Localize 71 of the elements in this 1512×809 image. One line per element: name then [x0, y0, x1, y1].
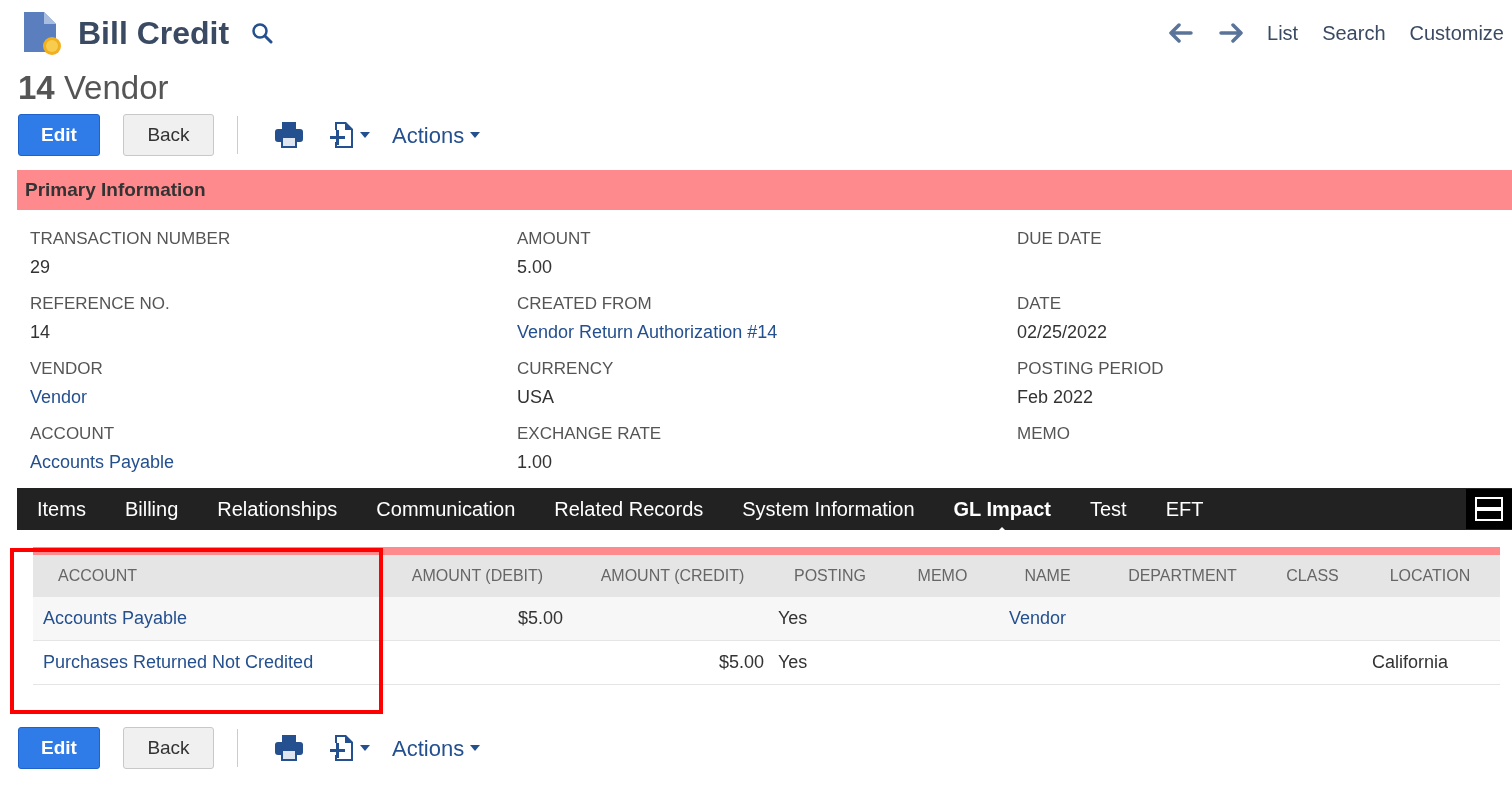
column-header: POSTING — [793, 566, 867, 586]
field-link[interactable]: Vendor Return Authorization #14 — [517, 317, 1017, 347]
field-label: CURRENCY — [517, 358, 615, 380]
record-title: 14 Vendor — [17, 68, 170, 108]
field-label: MEMO — [1017, 423, 1071, 445]
tab[interactable]: EFT — [1165, 494, 1204, 524]
column-header: DEPARTMENT — [1127, 566, 1238, 586]
field-value: Feb 2022 — [1017, 386, 1095, 409]
table-link[interactable]: Purchases Returned Not Credited — [43, 652, 314, 672]
table-link[interactable]: Accounts Payable — [43, 608, 188, 628]
field-value: 1.00 — [517, 451, 554, 474]
table-link[interactable]: Vendor — [1009, 608, 1067, 628]
search-icon[interactable] — [251, 22, 274, 44]
tab[interactable]: Billing — [124, 494, 179, 524]
caret-icon — [470, 745, 481, 751]
field-label: TRANSACTION NUMBER — [30, 228, 232, 250]
field-value: 02/25/2022 — [1017, 321, 1109, 344]
field-value: 14 — [30, 321, 52, 344]
tab[interactable]: Related Records — [554, 494, 704, 524]
field-label: VENDOR — [30, 358, 104, 380]
print-icon[interactable] — [274, 734, 304, 762]
table-cell: $5.00 — [517, 608, 563, 628]
column-header: ACCOUNT — [57, 566, 139, 586]
nav-link[interactable]: Customize — [1409, 18, 1504, 48]
nav-link[interactable]: Search — [1322, 18, 1386, 48]
field-label: POSTING PERIOD — [1017, 358, 1165, 380]
layout-toggle-button[interactable] — [1466, 489, 1512, 529]
field-label: DATE — [1017, 293, 1063, 315]
caret-icon — [470, 132, 481, 138]
field-link[interactable]: Accounts Payable — [30, 447, 517, 477]
section-header: Primary Information — [17, 170, 1512, 210]
column-header: CLASS — [1285, 566, 1340, 586]
table-cell: Yes — [778, 608, 808, 628]
field-link[interactable]: Vendor — [30, 382, 517, 412]
field-label: AMOUNT — [517, 228, 592, 250]
nav-link[interactable]: List — [1267, 18, 1299, 48]
tab[interactable]: Communication — [376, 494, 516, 524]
field-label: DUE DATE — [1017, 228, 1103, 250]
table-cell: California — [1372, 652, 1449, 672]
field-label: ACCOUNT — [30, 423, 116, 445]
column-header: AMOUNT (CREDIT) — [599, 566, 746, 586]
table-cell: Yes — [778, 652, 808, 672]
field-label: CREATED FROM — [517, 293, 653, 315]
tab[interactable]: Items — [37, 494, 86, 524]
edit-button[interactable]: Edit — [18, 727, 100, 769]
tab[interactable]: Relationships — [217, 494, 338, 524]
column-header: MEMO — [916, 566, 969, 586]
table-cell: $5.00 — [718, 652, 764, 672]
print-icon[interactable] — [274, 121, 304, 149]
edit-button[interactable]: Edit — [18, 114, 100, 156]
page-title: Bill Credit — [78, 14, 230, 53]
forward-arrow-icon[interactable] — [1219, 23, 1243, 43]
column-header: NAME — [1023, 566, 1072, 586]
field-value: 29 — [30, 256, 52, 279]
back-button[interactable]: Back — [123, 114, 214, 156]
column-header: LOCATION — [1388, 566, 1472, 586]
field-label: EXCHANGE RATE — [517, 423, 663, 445]
tab[interactable]: GL Impact — [953, 494, 1051, 524]
actions-menu[interactable]: Actions — [392, 118, 481, 152]
caret-icon — [360, 745, 370, 751]
back-arrow-icon[interactable] — [1169, 23, 1193, 43]
field-value: USA — [517, 386, 555, 409]
tab[interactable]: Test — [1090, 494, 1127, 524]
field-label: REFERENCE NO. — [30, 293, 171, 315]
column-header: AMOUNT (DEBIT) — [410, 566, 545, 586]
back-button[interactable]: Back — [123, 727, 214, 769]
stacked-rows-icon — [1475, 497, 1503, 521]
actions-menu[interactable]: Actions — [392, 731, 481, 765]
field-value: 5.00 — [517, 256, 554, 279]
caret-icon — [360, 132, 370, 138]
tab[interactable]: System Information — [742, 494, 915, 524]
